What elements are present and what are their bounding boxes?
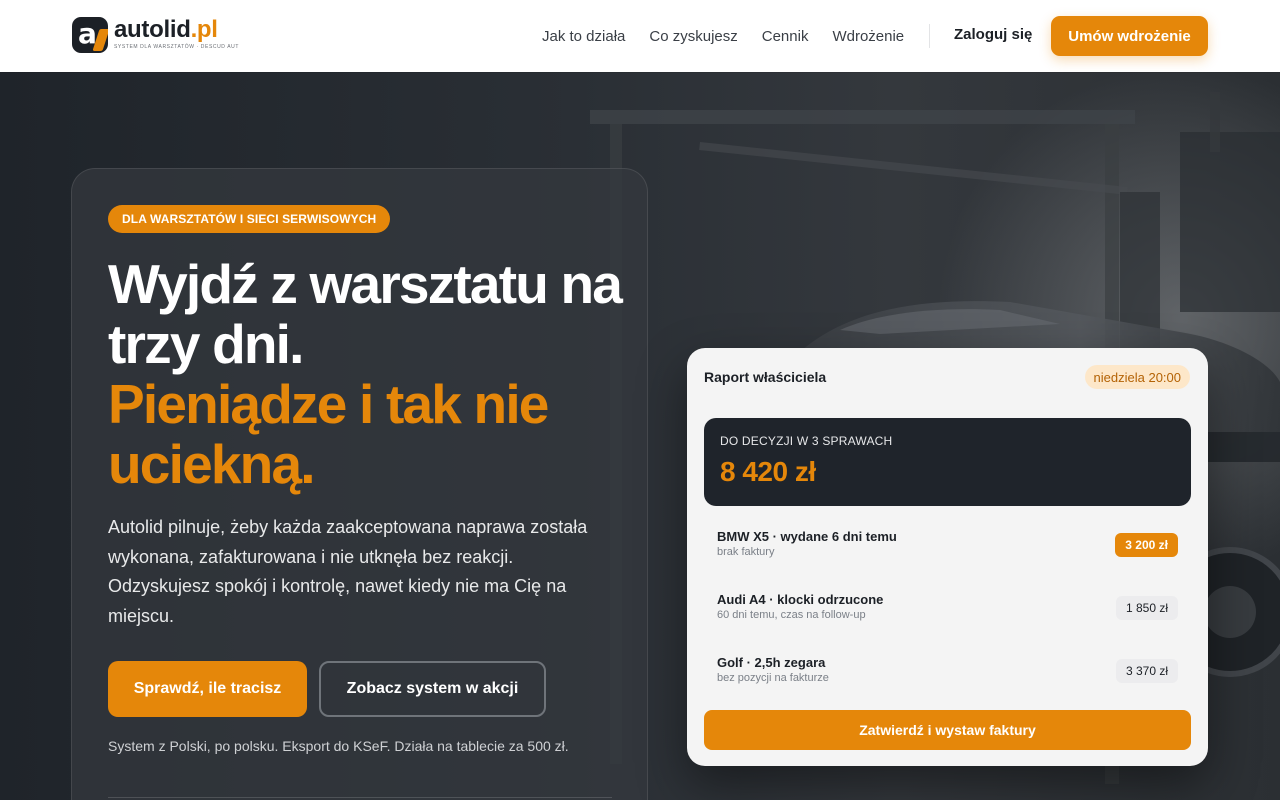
item-title: Golf · 2,5h zegara: [717, 655, 826, 670]
nav-item-co-zyskujesz[interactable]: Co zyskujesz: [649, 28, 737, 45]
decision-label: DO DECYZJI W 3 SPRAWACH: [720, 434, 893, 448]
hero-divider: [108, 797, 612, 798]
list-item[interactable]: Golf · 2,5h zegara bez pozycji na faktur…: [704, 642, 1191, 705]
audience-badge: DLA WARSZTATÓW I SIECI SERWISOWYCH: [108, 205, 391, 233]
report-items: BMW X5 · wydane 6 dni temu brak faktury …: [704, 516, 1191, 705]
decision-amount: 8 420 zł: [720, 456, 816, 487]
site-header: a autolid.pl SYSTEM DLA WARSZTATÓW · DES…: [0, 0, 1280, 72]
schedule-implementation-button[interactable]: Umów wdrożenie: [1051, 16, 1208, 56]
main-nav: Jak to działa Co zyskujesz Cennik Wdroże…: [542, 0, 904, 72]
nav-item-cennik[interactable]: Cennik: [762, 28, 809, 45]
logo[interactable]: a autolid.pl SYSTEM DLA WARSZTATÓW · DES…: [72, 17, 239, 55]
item-amount: 3 370 zł: [1115, 659, 1178, 683]
report-date-badge: niedziela 20:00: [1084, 365, 1190, 389]
hero-headline: Wyjdź z warsztatu na trzy dni. Pieniądze…: [108, 254, 628, 494]
nav-item-jak-to-dziala[interactable]: Jak to działa: [542, 28, 625, 45]
hero-headline-accent: Pieniądze i tak nie uciekną.: [108, 373, 549, 495]
owner-report-card: Raport właściciela niedziela 20:00 DO DE…: [687, 348, 1208, 766]
hero-note: System z Polski, po polsku. Eksport do K…: [108, 738, 569, 754]
logo-wordmark: autolid.pl: [114, 16, 218, 43]
item-title: BMW X5 · wydane 6 dni temu: [717, 529, 897, 544]
item-amount: 3 200 zł: [1115, 533, 1178, 557]
hero-lead: Autolid pilnuje, żeby każda zaakceptowan…: [108, 517, 588, 626]
check-losses-button[interactable]: Sprawdź, ile tracisz: [108, 661, 307, 717]
item-subtitle: 60 dni temu, czas na follow-up: [717, 609, 866, 621]
nav-item-wdrozenie[interactable]: Wdrożenie: [832, 28, 904, 45]
decision-summary: DO DECYZJI W 3 SPRAWACH 8 420 zł: [704, 418, 1191, 506]
hero-headline-main: Wyjdź z warsztatu na trzy dni.: [108, 253, 623, 375]
logo-tagline: SYSTEM DLA WARSZTATÓW · DESCUD AUT: [114, 44, 240, 50]
logo-mark-icon: a: [72, 17, 108, 53]
list-item[interactable]: Audi A4 · klocki odrzucone 60 dni temu, …: [704, 579, 1191, 642]
report-title: Raport właściciela: [704, 369, 827, 385]
item-amount: 1 850 zł: [1115, 596, 1178, 620]
login-link[interactable]: Zaloguj się: [954, 26, 1032, 43]
see-system-button[interactable]: Zobacz system w akcji: [319, 661, 546, 717]
item-title: Audi A4 · klocki odrzucone: [717, 592, 884, 607]
approve-and-invoice-button[interactable]: Zatwierdź i wystaw faktury: [704, 710, 1191, 750]
item-subtitle: bez pozycji na fakturze: [717, 672, 829, 684]
nav-divider: [929, 24, 930, 48]
list-item[interactable]: BMW X5 · wydane 6 dni temu brak faktury …: [704, 516, 1191, 579]
item-subtitle: brak faktury: [717, 546, 775, 558]
